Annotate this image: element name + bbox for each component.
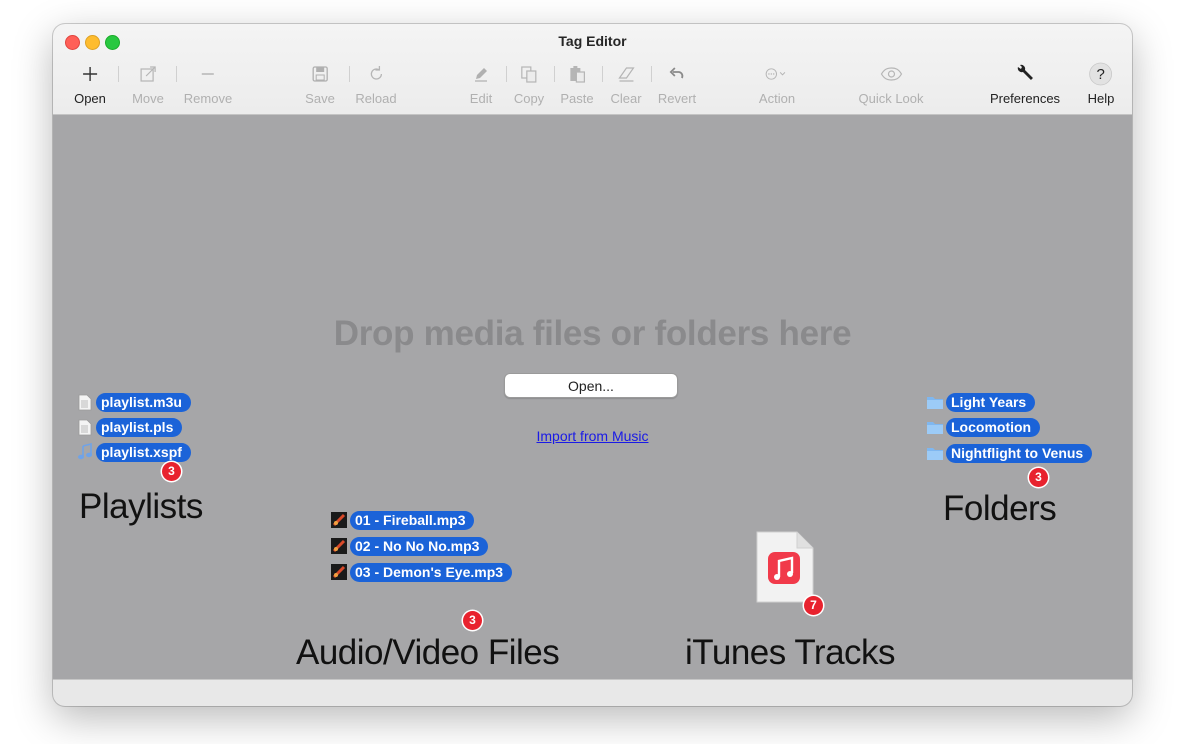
move-button-label: Move (132, 91, 164, 106)
audio-video-files-label: Audio/Video Files (296, 633, 560, 672)
list-item: Nightflight to Venus (926, 443, 1093, 463)
edit-button[interactable]: Edit (469, 62, 493, 108)
toolbar-separator (602, 66, 603, 82)
copy-button-label: Copy (513, 91, 545, 106)
clipboard-icon (565, 62, 589, 86)
eye-icon (879, 62, 903, 86)
audio-file-pill: 01 - Fireball.mp3 (350, 510, 475, 530)
paste-button-label: Paste (560, 91, 594, 106)
minus-icon (196, 62, 220, 86)
item-count-badge: 3 (1029, 468, 1048, 487)
copy-icon (517, 62, 541, 86)
help-button[interactable]: ? Help (1087, 62, 1115, 108)
item-count-badge: 7 (804, 596, 823, 615)
paste-button[interactable]: Paste (560, 62, 594, 108)
audio-file-pill: 03 - Demon's Eye.mp3 (350, 562, 513, 582)
list-item: 02 - No No No.mp3 (330, 536, 489, 556)
audio-file-pill: 02 - No No No.mp3 (350, 536, 489, 556)
music-document-icon (754, 529, 816, 605)
action-button-label: Action (758, 91, 796, 106)
help-icon: ? (1089, 62, 1113, 86)
toolbar-separator (506, 66, 507, 82)
open-files-button[interactable]: Open... (504, 373, 678, 398)
list-item: playlist.xspf (76, 442, 191, 462)
reload-icon (364, 62, 388, 86)
action-menu-button[interactable]: Action (759, 62, 795, 108)
remove-button[interactable]: Remove (184, 62, 232, 108)
music-note-icon (76, 442, 94, 462)
plus-icon (78, 62, 102, 86)
help-button-label: Help (1087, 91, 1115, 106)
revert-button-label: Revert (657, 91, 697, 106)
playlist-file-pill: playlist.m3u (96, 392, 191, 412)
playlist-file-pill: playlist.pls (96, 417, 183, 437)
folder-pill: Light Years (946, 392, 1036, 412)
album-art-icon (330, 562, 348, 582)
preferences-button-label: Preferences (989, 91, 1061, 106)
itunes-tracks-label: iTunes Tracks (685, 633, 896, 672)
edit-button-label: Edit (469, 91, 493, 106)
toolbar-separator (349, 66, 350, 82)
window-title: Tag Editor (558, 33, 627, 49)
revert-arrow-icon (665, 62, 689, 86)
eraser-icon (614, 62, 638, 86)
folder-icon (926, 417, 944, 437)
copy-button[interactable]: Copy (514, 62, 544, 108)
toolbar-separator (651, 66, 652, 82)
reload-button[interactable]: Reload (355, 62, 397, 108)
status-bar (53, 679, 1132, 706)
folder-pill: Locomotion (946, 417, 1041, 437)
list-item: playlist.m3u (76, 392, 191, 412)
folders-label: Folders (943, 489, 1057, 528)
preferences-button[interactable]: Preferences (990, 62, 1060, 108)
toolbar-separator (176, 66, 177, 82)
ellipsis-circle-icon (765, 62, 789, 86)
list-item: 03 - Demon's Eye.mp3 (330, 562, 513, 582)
revert-button[interactable]: Revert (658, 62, 696, 108)
drop-area[interactable]: Drop media files or folders here Open...… (53, 115, 1132, 680)
text-document-icon (76, 392, 94, 412)
item-count-badge: 3 (463, 611, 482, 630)
save-button[interactable]: Save (305, 62, 335, 108)
clear-button-label: Clear (610, 91, 642, 106)
pencil-icon (469, 62, 493, 86)
album-art-icon (330, 536, 348, 556)
move-icon (136, 62, 160, 86)
move-button[interactable]: Move (132, 62, 164, 108)
quick-look-button[interactable]: Quick Look (858, 62, 924, 108)
open-button-label: Open (74, 91, 106, 106)
album-art-icon (330, 510, 348, 530)
clear-button[interactable]: Clear (610, 62, 642, 108)
quick-look-button-label: Quick Look (858, 91, 924, 106)
open-button[interactable]: Open (74, 62, 106, 108)
svg-text:?: ? (1097, 66, 1105, 83)
remove-button-label: Remove (183, 91, 233, 106)
wrench-icon (1013, 62, 1037, 86)
list-item: Locomotion (926, 417, 1041, 437)
list-item: 01 - Fireball.mp3 (330, 510, 475, 530)
text-document-icon (76, 417, 94, 437)
reload-button-label: Reload (355, 91, 397, 106)
toolbar-separator (118, 66, 119, 82)
folder-pill: Nightflight to Venus (946, 443, 1093, 463)
folder-icon (926, 443, 944, 463)
toolbar-separator (554, 66, 555, 82)
drop-hint: Drop media files or folders here (333, 314, 852, 353)
playlists-label: Playlists (79, 487, 203, 526)
floppy-disk-icon (308, 62, 332, 86)
list-item: Light Years (926, 392, 1036, 412)
folder-icon (926, 392, 944, 412)
title-bar: Tag Editor Open Move Remove Save Reload … (53, 24, 1132, 115)
save-button-label: Save (305, 91, 335, 106)
playlist-file-pill: playlist.xspf (96, 442, 191, 462)
list-item: playlist.pls (76, 417, 183, 437)
item-count-badge: 3 (162, 462, 181, 481)
tag-editor-window: Tag Editor Open Move Remove Save Reload … (53, 24, 1132, 706)
